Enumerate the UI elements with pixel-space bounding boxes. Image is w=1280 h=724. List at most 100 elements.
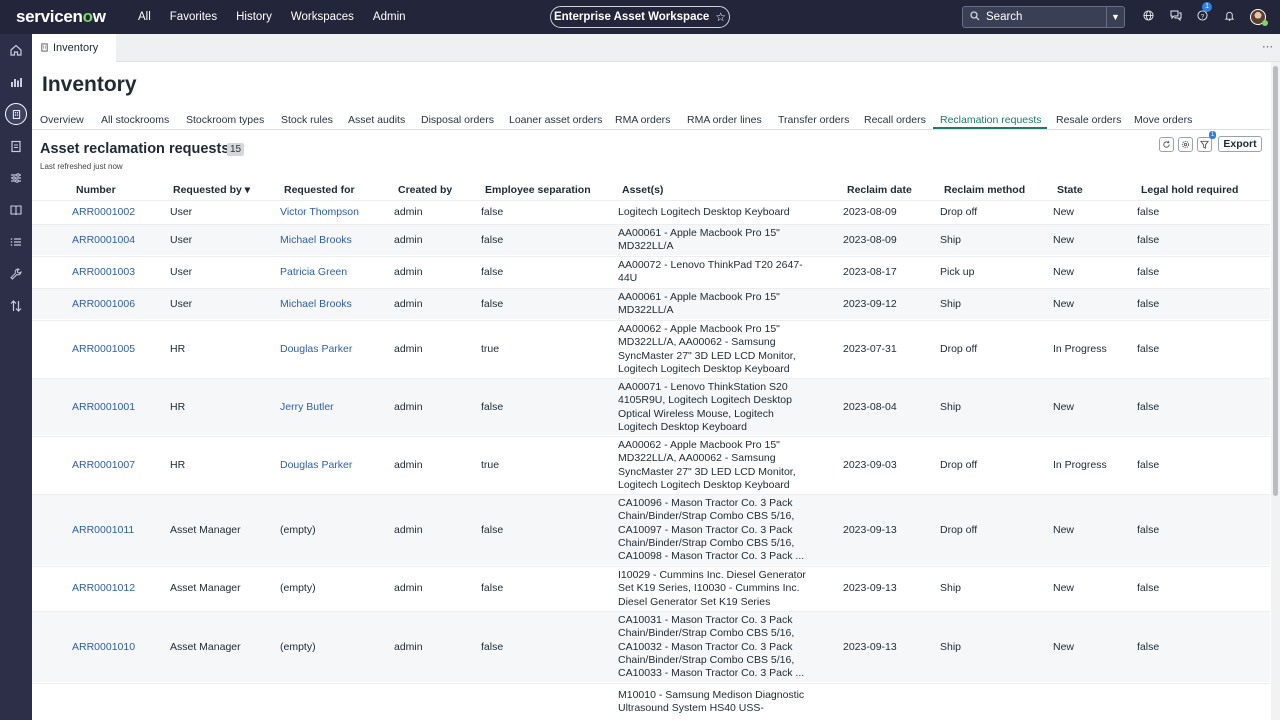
cell-requested-for[interactable]: Victor Thompson [280,206,359,218]
left-sidebar-rail [0,34,32,720]
subtab-move-orders[interactable]: Move orders [1134,114,1192,126]
refresh-button[interactable] [1159,137,1174,152]
help-icon[interactable]: ? 1 [1189,2,1216,24]
settings-gear-button[interactable] [1178,137,1193,152]
cell-number[interactable]: ARR0001001 [72,401,135,413]
cell-requested-by: User [170,298,193,310]
subtab-loaner-asset-orders[interactable]: Loaner asset orders [509,114,602,126]
svg-text:?: ? [1201,13,1205,20]
cell-reclaim-method: Ship [940,582,962,594]
cell-number[interactable]: ARR0001002 [72,206,135,218]
cell-requested-for[interactable]: Michael Brooks [280,234,352,246]
analytics-icon[interactable] [0,66,32,98]
nav-all[interactable]: All [138,11,151,23]
subtab-overview[interactable]: Overview [40,114,84,126]
cell-number[interactable]: ARR0001007 [72,459,135,471]
column-legal-hold-required[interactable]: Legal hold required [1141,184,1238,196]
cell-requested-by: Asset Manager [170,524,241,536]
cell-number[interactable]: ARR0001010 [72,641,135,653]
user-avatar[interactable] [1250,9,1268,26]
servicenow-logo[interactable]: servicenow [16,7,120,27]
nav-history[interactable]: History [236,11,272,23]
table-row[interactable]: ARR0001003 User Patricia Green admin false AA… [32,256,1270,287]
table-row[interactable]: ARR0001002 User Victor Thompson admin false L… [32,200,1270,223]
column-requested-by[interactable]: Requested by ▾ [173,184,250,196]
table-row[interactable]: ARR0001010 Asset Manager (empty) admin false… [32,611,1270,682]
list-icon[interactable] [0,226,32,258]
table-row[interactable]: ARR0001007 HR Douglas Parker admin true AA000… [32,436,1270,493]
cell-requested-for[interactable]: Patricia Green [280,266,347,278]
cell-assets: M10010 - Samsung Medison Diagnostic Ultr… [618,689,805,715]
column-state[interactable]: State [1057,184,1083,196]
notifications-bell-icon[interactable] [1216,10,1243,24]
export-button[interactable]: Export [1218,136,1262,152]
cell-number[interactable]: ARR0001012 [72,582,135,594]
column-assets[interactable]: Asset(s) [622,184,663,196]
globe-icon[interactable] [1135,10,1162,24]
chat-icon[interactable] [1162,10,1189,24]
cell-requested-for[interactable]: Douglas Parker [280,343,352,355]
column-employee-separation[interactable]: Employee separation [485,184,591,196]
subtab-recall-orders[interactable]: Recall orders [864,114,926,126]
more-options-icon[interactable]: ⋯ [1262,40,1274,53]
subtab-asset-audits[interactable]: Asset audits [348,114,405,126]
column-created-by[interactable]: Created by [398,184,452,196]
nav-workspaces[interactable]: Workspaces [291,11,354,23]
table-row[interactable]: ARR0001001 HR Jerry Butler admin false AA0007… [32,378,1270,435]
cell-state: New [1053,234,1075,246]
search-scope-dropdown-icon[interactable]: ▼ [1106,7,1124,27]
table-row[interactable]: ARR0001011 Asset Manager (empty) admin false… [32,494,1270,565]
cell-reclaim-method: Drop off [940,343,978,355]
cell-requested-for[interactable]: Douglas Parker [280,459,352,471]
favorite-star-icon[interactable]: ☆ [715,10,726,24]
nav-admin[interactable]: Admin [373,11,406,23]
subtab-resale-orders[interactable]: Resale orders [1056,114,1121,126]
scrollbar-thumb[interactable] [1273,66,1278,496]
table-row[interactable]: ARR0001012 Asset Manager (empty) admin false… [32,566,1270,610]
workspace-title: Enterprise Asset Workspace [553,11,710,23]
subtab-disposal-orders[interactable]: Disposal orders [421,114,494,126]
subtab-reclamation-requests[interactable]: Reclamation requests [940,114,1042,126]
workspace-title-pill[interactable]: Enterprise Asset Workspace ☆ [550,6,730,28]
filter-button[interactable] [1197,137,1212,152]
clipboard-icon[interactable] [0,130,32,162]
table-row[interactable]: ARR0001005 HR Douglas Parker admin true AA000… [32,320,1270,377]
cell-legal-hold: false [1137,234,1160,246]
cell-requested-for[interactable]: Michael Brooks [280,298,352,310]
cell-number[interactable]: ARR0001006 [72,298,135,310]
cell-employee-separation: true [481,343,500,355]
inventory-building-icon[interactable] [0,98,32,130]
subtab-rma-orders[interactable]: RMA orders [615,114,670,126]
cell-number[interactable]: ARR0001011 [72,524,134,536]
wrench-icon[interactable] [0,258,32,290]
cell-state: New [1053,206,1075,218]
subtab-stockroom-types[interactable]: Stockroom types [186,114,264,126]
subtab-rma-order-lines[interactable]: RMA order lines [687,114,762,126]
page-scrollbar[interactable] [1271,62,1280,720]
cell-number[interactable]: ARR0001004 [72,234,135,246]
subtab-transfer-orders[interactable]: Transfer orders [778,114,849,126]
subtab-stock-rules[interactable]: Stock rules [281,114,333,126]
cell-number[interactable]: ARR0001005 [72,343,135,355]
home-icon[interactable] [0,34,32,66]
subtab-all-stockrooms[interactable]: All stockrooms [101,114,169,126]
book-icon[interactable] [0,194,32,226]
cell-requested-for[interactable]: Jerry Butler [280,401,334,413]
table-row[interactable]: ARR0001006 User Michael Brooks admin false AA… [32,288,1270,319]
cell-state: New [1053,524,1075,536]
column-requested-for[interactable]: Requested for [284,184,355,196]
tab-inventory[interactable]: Inventory [32,34,116,62]
column-reclaim-date[interactable]: Reclaim date [847,184,912,196]
search-input[interactable]: Search [986,11,1106,23]
cell-created-by: admin [394,524,423,536]
cell-employee-separation: false [481,234,504,246]
column-number[interactable]: Number [76,184,116,196]
table-row[interactable]: M10010 - Samsung Medison Diagnostic Ultr… [32,683,1270,720]
nav-favorites[interactable]: Favorites [170,11,217,23]
sliders-icon[interactable] [0,162,32,194]
transfer-arrows-icon[interactable] [0,290,32,322]
table-row[interactable]: ARR0001004 User Michael Brooks admin false AA… [32,224,1270,255]
cell-number[interactable]: ARR0001003 [72,266,135,278]
global-search[interactable]: Search ▼ [962,6,1125,28]
column-reclaim-method[interactable]: Reclaim method [944,184,1025,196]
